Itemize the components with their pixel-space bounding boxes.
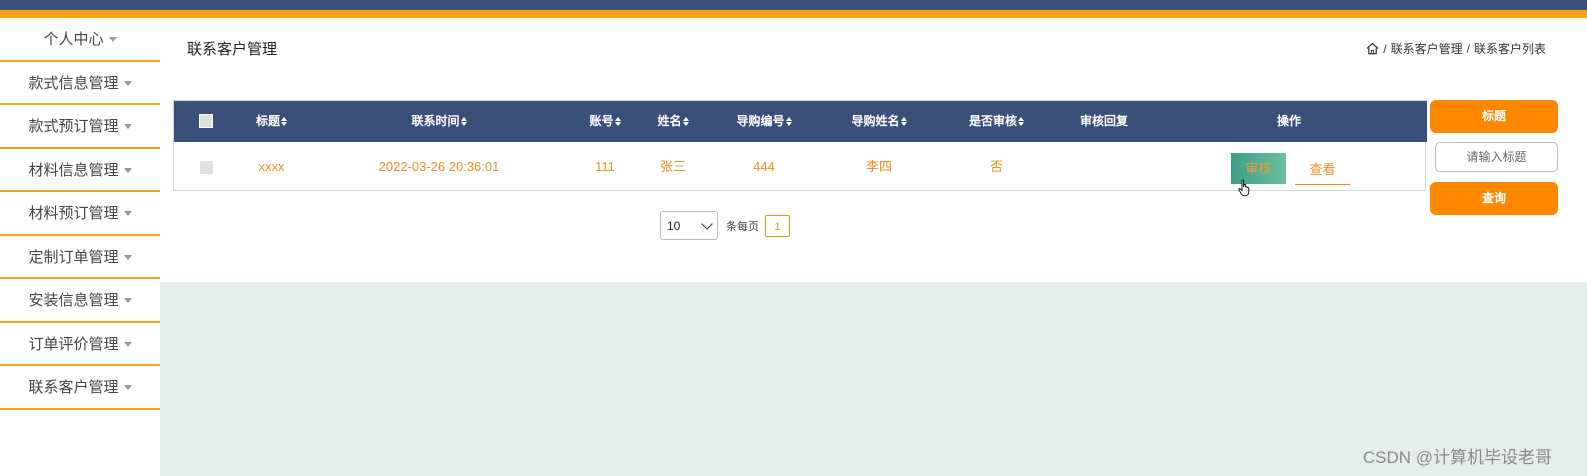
sort-icon <box>1018 117 1024 127</box>
column-header-reply: 审核回复 <box>1059 101 1149 142</box>
sort-icon <box>460 117 467 127</box>
cell-audited: 否 <box>989 159 1003 174</box>
sidebar-item-label: 联系客户管理 <box>28 379 119 397</box>
search-field-button[interactable]: 标题 <box>1430 100 1558 133</box>
top-bar <box>0 0 1587 10</box>
caret-down-icon <box>123 385 132 391</box>
view-button[interactable]: 查看 <box>1295 153 1350 185</box>
page-number-current[interactable]: 1 <box>765 214 790 237</box>
data-table: 标题 联系时间 账号 姓名 导购编号 导购姓名 是否审核 审核回复 操作 xxx… <box>173 100 1427 197</box>
select-all-checkbox[interactable] <box>199 114 213 128</box>
sidebar-item-contact-customers[interactable]: 联系客户管理 <box>0 366 160 410</box>
caret-down-icon <box>123 124 132 130</box>
breadcrumb-separator: / <box>1466 41 1470 56</box>
page-size-value: 10 <box>667 218 681 233</box>
sidebar-item-style-booking[interactable]: 款式预订管理 <box>0 105 160 149</box>
breadcrumb-item-module[interactable]: 联系客户管理 <box>1391 40 1463 57</box>
sidebar-item-installation[interactable]: 安装信息管理 <box>0 279 160 323</box>
caret-down-icon <box>123 80 132 86</box>
column-header-label: 导购姓名 <box>851 114 900 128</box>
sidebar-item-label: 安装信息管理 <box>28 292 119 310</box>
sidebar-item-custom-orders[interactable]: 定制订单管理 <box>0 236 160 279</box>
sort-icon <box>281 117 287 127</box>
caret-down-icon <box>123 167 132 173</box>
caret-down-icon <box>123 341 132 347</box>
column-header-label: 姓名 <box>657 114 682 128</box>
column-header-label: 导购编号 <box>736 114 785 128</box>
sidebar-item-label: 款式预订管理 <box>28 118 119 136</box>
sidebar-item-style-info[interactable]: 款式信息管理 <box>0 62 160 105</box>
cell-reply <box>1059 142 1149 192</box>
cell-name: 张三 <box>659 159 686 174</box>
breadcrumb-separator: / <box>1383 41 1387 56</box>
search-input[interactable]: 请输入标题 <box>1435 142 1558 172</box>
caret-down-icon <box>108 37 117 43</box>
sort-icon <box>900 117 907 127</box>
sidebar-item-label: 订单评价管理 <box>28 335 119 353</box>
sidebar-item-label: 定制订单管理 <box>28 248 119 266</box>
sort-icon <box>785 117 792 127</box>
main-content: 联系客户管理 / 联系客户管理 / 联系客户列表 标题 联系时间 账号 姓名 导… <box>160 18 1587 476</box>
cell-guide-name: 李四 <box>865 159 892 174</box>
sidebar-item-label: 款式信息管理 <box>28 74 119 92</box>
sidebar-item-label: 个人中心 <box>43 31 104 49</box>
cell-account: 111 <box>595 159 615 174</box>
top-accent-bar <box>0 10 1587 18</box>
breadcrumb-item-current: 联系客户列表 <box>1473 42 1546 56</box>
page-size-select[interactable]: 10 <box>660 211 718 240</box>
column-header-label: 是否审核 <box>968 114 1017 128</box>
pagination: 10 条每页 1 <box>660 211 790 240</box>
row-checkbox[interactable] <box>200 161 213 174</box>
column-header-label: 联系时间 <box>411 114 460 128</box>
sort-icon <box>682 117 689 127</box>
column-header-title[interactable]: 标题 <box>244 101 299 142</box>
column-header-label: 审核回复 <box>1079 114 1128 128</box>
column-header-actions: 操作 <box>1249 101 1329 142</box>
cell-title: xxxx <box>258 159 285 174</box>
caret-down-icon <box>123 211 132 217</box>
column-header-guide-id[interactable]: 导购编号 <box>719 101 809 142</box>
watermark: CSDN @计算机毕设老哥 <box>1362 448 1552 467</box>
column-header-name[interactable]: 姓名 <box>642 101 704 142</box>
sort-icon <box>614 117 621 127</box>
column-header-guide-name[interactable]: 导购姓名 <box>834 101 924 142</box>
column-header-contact-time[interactable]: 联系时间 <box>379 101 499 142</box>
column-header-audited[interactable]: 是否审核 <box>949 101 1044 142</box>
per-page-label: 条每页 <box>726 220 759 233</box>
sidebar-item-label: 材料预订管理 <box>28 205 119 223</box>
sidebar-item-material-booking[interactable]: 材料预订管理 <box>0 192 160 236</box>
sidebar: 个人中心 款式信息管理 款式预订管理 材料信息管理 材料预订管理 定制订单管理 … <box>0 18 160 476</box>
column-header-account[interactable]: 账号 <box>574 101 636 142</box>
column-header-label: 账号 <box>589 114 614 128</box>
breadcrumb: / 联系客户管理 / 联系客户列表 <box>1366 40 1546 57</box>
caret-down-icon <box>123 298 132 304</box>
sidebar-item-material-info[interactable]: 材料信息管理 <box>0 149 160 192</box>
search-panel: 标题 请输入标题 查询 <box>1430 100 1558 215</box>
sidebar-item-label: 材料信息管理 <box>28 161 119 179</box>
hand-cursor-icon <box>1238 179 1250 197</box>
page-title: 联系客户管理 <box>187 41 278 58</box>
caret-down-icon <box>123 254 132 260</box>
sidebar-item-personal-center[interactable]: 个人中心 <box>0 18 160 62</box>
column-header-label: 操作 <box>1276 114 1301 128</box>
home-icon[interactable] <box>1366 42 1379 55</box>
query-button[interactable]: 查询 <box>1430 182 1558 215</box>
chevron-down-icon <box>701 217 713 230</box>
cell-contact-time: 2022-03-26 20:36:01 <box>378 159 500 174</box>
table-header: 标题 联系时间 账号 姓名 导购编号 导购姓名 是否审核 审核回复 操作 <box>174 101 1427 142</box>
column-header-label: 标题 <box>255 114 280 128</box>
sidebar-item-order-reviews[interactable]: 订单评价管理 <box>0 323 160 366</box>
cell-guide-id: 444 <box>753 159 775 174</box>
